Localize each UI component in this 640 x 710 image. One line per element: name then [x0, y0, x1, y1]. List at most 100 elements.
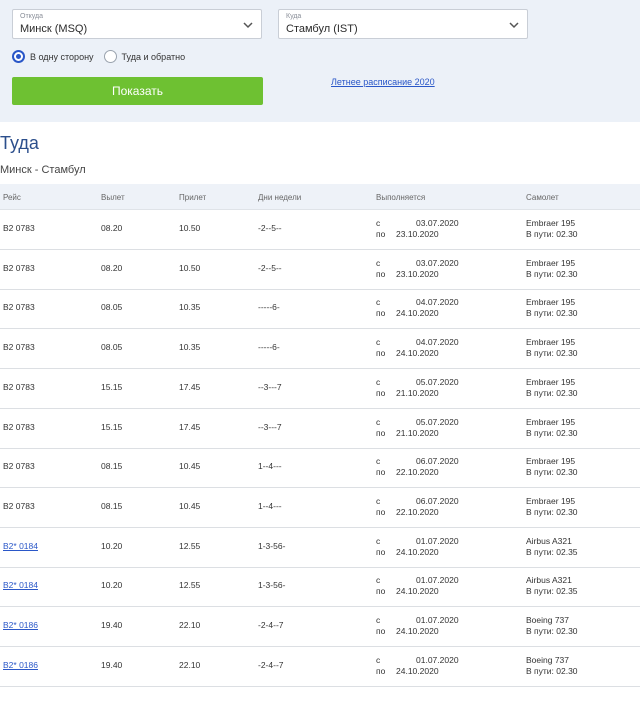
summer-schedule-link[interactable]: Летнее расписание 2020 — [331, 77, 435, 87]
period-from-date: 06.07.2020 — [416, 456, 459, 467]
flight-number[interactable]: B2* 0184 — [3, 541, 38, 551]
column-header-flight: Рейс — [3, 193, 21, 202]
arrival-time: 17.45 — [179, 381, 201, 392]
departure-time: 08.15 — [101, 461, 123, 472]
flight-number: B2 0783 — [3, 262, 35, 273]
week-days: 1-3-56- — [258, 580, 286, 591]
aircraft-type: Airbus A321 — [526, 535, 572, 546]
period-from-prefix: с — [376, 535, 381, 546]
period-from-prefix: с — [376, 257, 381, 268]
aircraft-type: Embraer 195 — [526, 297, 576, 308]
period-to-prefix: по — [376, 506, 386, 517]
travel-time: В пути: 02.30 — [526, 427, 578, 438]
from-value: Минск (MSQ) — [20, 23, 88, 35]
week-days: 1--4--- — [258, 500, 282, 511]
column-header-arrival: Прилет — [179, 193, 207, 202]
travel-time: В пути: 02.30 — [526, 665, 578, 676]
period-to-date: 23.10.2020 — [396, 268, 439, 279]
arrival-time: 10.45 — [179, 461, 201, 472]
period-from-date: 03.07.2020 — [416, 218, 459, 228]
departure-time: 19.40 — [101, 620, 123, 630]
travel-time: В пути: 02.30 — [526, 626, 578, 636]
week-days: -----6- — [258, 302, 280, 313]
table-row: B2 0783 08.15 10.45 1--4--- с 06.07.2020 по 22.… — [0, 448, 640, 489]
departure-time: 08.15 — [101, 500, 123, 511]
week-days: --3---7 — [258, 381, 282, 392]
departure-time: 10.20 — [101, 540, 123, 551]
table-row: B2 0783 15.15 17.45 --3---7 с 05.07.2020 по 21.… — [0, 369, 640, 409]
table-row: B2* 0186 19.40 22.10 -2-4--7 с 01.07.2020 по 24… — [0, 607, 640, 647]
table-row: B2 0783 15.15 17.45 --3---7 с 05.07.2020 по 21.… — [0, 409, 640, 449]
period-from-date: 04.07.2020 — [416, 297, 459, 308]
period-to-prefix: по — [376, 546, 386, 557]
period-to-prefix: по — [376, 229, 386, 239]
week-days: -2--5-- — [258, 223, 282, 233]
period-to-date: 24.10.2020 — [396, 626, 439, 636]
one-way-radio[interactable]: В одну сторону — [12, 50, 94, 63]
period-from-date: 05.07.2020 — [416, 376, 459, 387]
chevron-down-icon — [243, 22, 253, 29]
show-button[interactable]: Показать — [12, 77, 263, 105]
flight-number[interactable]: B2* 0186 — [3, 620, 38, 630]
column-header-days: Дни недели — [258, 193, 302, 202]
period-to-date: 24.10.2020 — [396, 665, 439, 676]
period-to-date: 21.10.2020 — [396, 427, 439, 438]
period-to-date: 24.10.2020 — [396, 308, 439, 319]
period-to-prefix: по — [376, 268, 386, 279]
one-way-label: В одну сторону — [30, 51, 94, 62]
route-subtitle: Минск - Стамбул — [0, 164, 86, 176]
period-to-date: 22.10.2020 — [396, 506, 439, 517]
period-to-prefix: по — [376, 665, 386, 676]
table-row: B2* 0184 10.20 12.55 1-3-56- с 01.07.2020 по 24… — [0, 567, 640, 608]
travel-time: В пути: 02.30 — [526, 348, 578, 359]
aircraft-type: Embraer 195 — [526, 337, 576, 348]
period-to-date: 22.10.2020 — [396, 467, 439, 478]
period-to-date: 24.10.2020 — [396, 546, 439, 557]
from-select[interactable]: Откуда Минск (MSQ) — [12, 9, 262, 39]
table-row: B2 0783 08.20 10.50 -2--5-- с 03.07.2020 по 23.… — [0, 250, 640, 290]
flight-number[interactable]: B2* 0186 — [3, 660, 38, 670]
travel-time: В пути: 02.30 — [526, 506, 578, 517]
period-from-prefix: с — [376, 218, 381, 228]
departure-time: 08.05 — [101, 342, 123, 353]
arrival-time: 10.50 — [179, 223, 201, 233]
arrival-time: 10.35 — [179, 342, 201, 353]
arrival-time: 12.55 — [179, 580, 201, 591]
departure-time: 08.20 — [101, 262, 123, 273]
round-trip-radio[interactable]: Туда и обратно — [103, 50, 185, 63]
flight-number[interactable]: B2* 0184 — [3, 580, 38, 590]
travel-time: В пути: 02.30 — [526, 268, 578, 279]
column-header-aircraft: Самолет — [526, 193, 559, 202]
period-to-prefix: по — [376, 586, 386, 597]
period-to-prefix: по — [376, 626, 386, 636]
period-from-prefix: с — [376, 416, 381, 427]
period-from-prefix: с — [376, 575, 381, 586]
to-value: Стамбул (IST) — [286, 23, 358, 35]
travel-time: В пути: 02.30 — [526, 308, 578, 319]
period-to-prefix: по — [376, 427, 386, 438]
week-days: 1--4--- — [258, 461, 282, 472]
period-to-prefix: по — [376, 387, 386, 398]
period-from-date: 01.07.2020 — [416, 654, 459, 665]
from-label: Откуда — [20, 13, 44, 20]
to-select[interactable]: Куда Стамбул (IST) — [278, 9, 528, 39]
departure-time: 08.05 — [101, 302, 123, 313]
section-title: Туда — [0, 133, 39, 153]
period-to-date: 24.10.2020 — [396, 586, 439, 597]
period-from-prefix: с — [376, 376, 381, 387]
arrival-time: 10.50 — [179, 262, 201, 273]
table-row: B2* 0184 10.20 12.55 1-3-56- с 01.07.2020 по 24… — [0, 528, 640, 568]
travel-time: В пути: 02.35 — [526, 586, 578, 597]
aircraft-type: Boeing 737 — [526, 654, 570, 665]
radio-checked-icon — [12, 50, 25, 63]
aircraft-type: Embraer 195 — [526, 218, 576, 228]
aircraft-type: Boeing 737 — [526, 615, 570, 625]
radio-unchecked-icon — [103, 50, 117, 63]
period-to-prefix: по — [376, 348, 386, 359]
period-from-date: 05.07.2020 — [416, 416, 459, 427]
period-from-prefix: с — [376, 654, 381, 665]
table-row: B2 0783 08.05 10.35 -----6- с 04.07.2020 по 24.… — [0, 329, 640, 370]
week-days: -2--5-- — [258, 262, 282, 273]
table-row: B2 0783 08.15 10.45 1--4--- с 06.07.2020 по 22.… — [0, 488, 640, 528]
flight-number: B2 0783 — [3, 342, 35, 353]
